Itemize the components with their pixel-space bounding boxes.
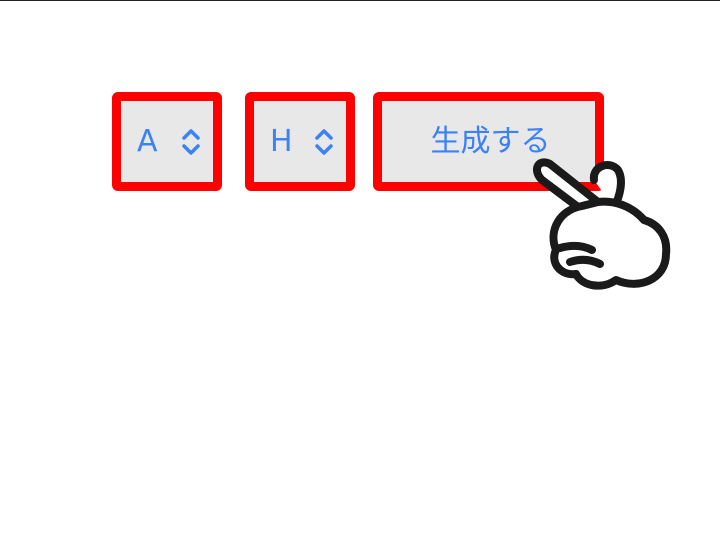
select-h[interactable]: H <box>245 92 355 191</box>
top-divider <box>0 0 720 1</box>
chevron-updown-icon <box>182 128 200 155</box>
select-a-value: A <box>137 123 158 159</box>
select-h-value: H <box>270 123 293 159</box>
pointing-hand-icon <box>532 158 671 290</box>
select-a[interactable]: A <box>112 92 222 191</box>
chevron-updown-icon <box>315 128 333 155</box>
